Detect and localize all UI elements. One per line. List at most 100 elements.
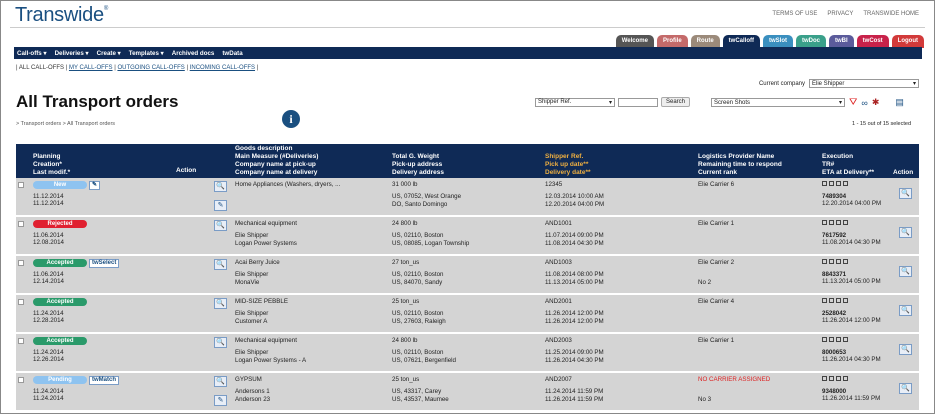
subnav: | ALL CALL-OFFS | MY CALL-OFFS | OUTGOIN… <box>16 65 259 71</box>
status-square <box>843 298 848 303</box>
view-details-icon[interactable]: 🔍 <box>899 344 912 355</box>
status-badge[interactable]: Pending <box>33 376 87 384</box>
subnav-incoming[interactable]: INCOMING CALL-OFFS <box>190 65 255 71</box>
terms-link[interactable]: TERMS OF USE <box>772 11 817 17</box>
table-row[interactable]: Accepted twSelect 11.06.2014 12.14.2014 🔍 Aca… <box>16 256 919 295</box>
tr-number: 2528042 <box>822 310 847 317</box>
company-select[interactable]: Elie Shipper ▾ <box>809 79 919 88</box>
home-link[interactable]: TRANSWIDE HOME <box>863 11 919 17</box>
cell-s2: 11.07.2014 09:00 PM <box>545 232 604 239</box>
status-square <box>822 298 827 303</box>
eta-date: 11.26.2014 11:59 PM <box>822 395 881 402</box>
tr-number: 7489304 <box>822 193 847 200</box>
edit-icon[interactable]: ✎ <box>214 395 227 406</box>
table-row[interactable]: Accepted 11.24.2014 12.28.2014 🔍 MID-SIZE PE… <box>16 295 919 334</box>
header-line: Company name at delivery <box>235 169 318 176</box>
export-icon[interactable]: ▤ <box>895 97 904 108</box>
status-badge[interactable]: Accepted <box>33 259 87 267</box>
header-planning[interactable]: Planning Creation* Last modif.* <box>33 153 70 177</box>
subnav-my[interactable]: MY CALL-OFFS <box>69 65 113 71</box>
edit-icon[interactable]: ✎ <box>214 200 227 211</box>
table-row[interactable]: Rejected 11.06.2014 12.08.2014 🔍 Mechanical … <box>16 217 919 256</box>
header-execution[interactable]: Execution TR# ETA at Delivery** <box>822 153 874 177</box>
cell-g2: Elie Shipper <box>235 271 269 278</box>
status-square <box>822 259 827 264</box>
cell-s3: 11.26.2014 12:00 PM <box>545 318 604 325</box>
execution-status <box>822 298 850 305</box>
header-line: Current rank <box>698 169 738 176</box>
breadcrumb: > Transport orders > All Transport order… <box>16 121 116 127</box>
subnav-outgoing[interactable]: OUTGOING CALL-OFFS <box>117 65 184 71</box>
cell-g1: Mechanical equipment <box>235 337 297 344</box>
view-details-icon[interactable]: 🔍 <box>214 376 227 387</box>
transwide-logo[interactable]: Transwide® <box>15 4 108 27</box>
view-details-icon[interactable]: 🔍 <box>899 305 912 316</box>
status-badge[interactable]: Accepted <box>33 298 87 306</box>
nav-item[interactable]: Call-offs ▾ <box>17 50 47 57</box>
row-checkbox[interactable] <box>18 377 24 383</box>
filter-icon[interactable]: ⛛ <box>849 97 857 108</box>
status-badge[interactable]: New <box>33 181 87 189</box>
cell-g1: Acai Berry Juice <box>235 259 280 266</box>
table-row[interactable]: Pending twMatch 11.24.2014 11.24.2014 🔍 ✎ GYPS… <box>16 373 919 412</box>
cell-g2: Elie Shipper <box>235 349 269 356</box>
nav-item[interactable]: Deliveries ▾ <box>55 50 89 57</box>
nav-item[interactable]: Create ▾ <box>97 50 121 57</box>
binoculars-icon[interactable]: ∞ <box>861 98 867 108</box>
cell-g1: Mechanical equipment <box>235 220 297 227</box>
view-details-icon[interactable]: 🔍 <box>214 337 227 348</box>
tool-badge[interactable]: twSelect <box>89 259 120 268</box>
row-checkbox[interactable] <box>18 260 24 266</box>
privacy-link[interactable]: PRIVACY <box>827 11 853 17</box>
view-details-icon[interactable]: 🔍 <box>214 181 227 192</box>
alert-icon[interactable]: ✱ <box>872 97 880 108</box>
table-row[interactable]: Accepted 11.24.2014 12.26.2014 🔍 Mechanical … <box>16 334 919 373</box>
row-checkbox[interactable] <box>18 338 24 344</box>
view-details-icon[interactable]: 🔍 <box>214 259 227 270</box>
search-button[interactable]: Search <box>661 97 691 107</box>
row-checkbox[interactable] <box>18 299 24 305</box>
header-goods[interactable]: Goods description Main Measure (#Deliveri… <box>235 145 318 177</box>
header-provider[interactable]: Logistics Provider Name Remaining time to… <box>698 153 782 177</box>
cell-w2: US, 07052, West Orange <box>392 193 462 200</box>
nav-item[interactable]: twData <box>222 50 242 57</box>
tool-badge[interactable]: twMatch <box>89 376 119 385</box>
status-badge[interactable]: Rejected <box>33 220 87 228</box>
header-line: Goods description <box>235 145 293 152</box>
cell-l1: Elie Carrier 2 <box>698 259 735 266</box>
search-field-select[interactable]: Shipper Ref. ▾ <box>535 97 615 107</box>
table-row[interactable]: New ✎ 11.12.2014 11.12.2014 🔍 ✎ Home Appliance… <box>16 178 919 217</box>
header-weight[interactable]: Total G. Weight Pick-up address Delivery a… <box>392 153 444 177</box>
creation-date: 11.06.2014 <box>33 271 64 278</box>
cell-g3: MonaVie <box>235 279 260 286</box>
view-details-icon[interactable]: 🔍 <box>899 188 912 199</box>
cell-s1: AND1003 <box>545 259 572 266</box>
view-details-icon[interactable]: 🔍 <box>899 227 912 238</box>
cell-l1: Elie Carrier 1 <box>698 220 735 227</box>
view-details-icon[interactable]: 🔍 <box>214 298 227 309</box>
header-shipper-ref[interactable]: Shipper Ref. Pick up date** Delivery date*… <box>545 153 591 177</box>
status-badge[interactable]: Accepted <box>33 337 87 345</box>
cell-w1: 25 ton_us <box>392 376 420 383</box>
row-checkbox[interactable] <box>18 182 24 188</box>
view-details-icon[interactable]: 🔍 <box>899 383 912 394</box>
cell-w2: US, 02110, Boston <box>392 232 444 239</box>
nav-item[interactable]: Templates ▾ <box>129 50 164 57</box>
view-details-icon[interactable]: 🔍 <box>214 220 227 231</box>
header-line: Planning <box>33 153 61 160</box>
info-icon[interactable]: i <box>282 110 300 128</box>
cell-s1: AND1001 <box>545 220 572 227</box>
view-details-icon[interactable]: 🔍 <box>899 266 912 277</box>
main-nav: Call-offs ▾ Deliveries ▾ Create ▾ Templates… <box>14 47 922 59</box>
search-input[interactable] <box>618 97 658 107</box>
edit-icon[interactable]: ✎ <box>89 181 101 190</box>
cell-s3: 12.20.2014 04:00 PM <box>545 201 605 208</box>
row-checkbox[interactable] <box>18 221 24 227</box>
status-square <box>843 259 848 264</box>
nav-item[interactable]: Archived docs <box>172 50 215 57</box>
execution-status <box>822 220 850 227</box>
cell-g3: Logan Power Systems - A <box>235 357 307 364</box>
subnav-all[interactable]: ALL CALL-OFFS <box>19 65 64 71</box>
screen-shots-select[interactable]: Screen Shots ▾ <box>711 98 845 107</box>
eta-date: 11.08.2014 04:30 PM <box>822 239 881 246</box>
